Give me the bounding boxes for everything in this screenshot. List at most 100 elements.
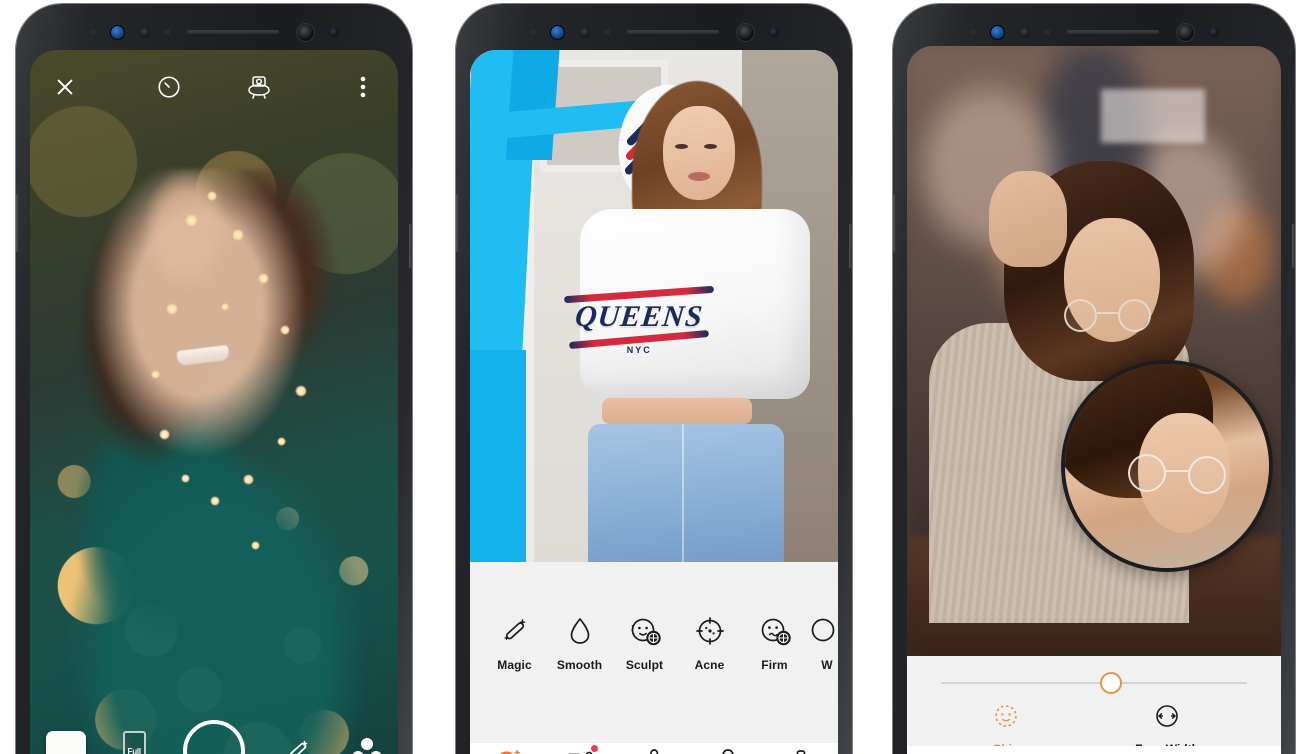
magic-wand-icon[interactable] bbox=[281, 734, 315, 754]
tool-label: Sculpt bbox=[625, 658, 664, 672]
power-button-3 bbox=[1292, 224, 1295, 268]
glasses-bridge bbox=[1097, 312, 1119, 315]
ir-sensor-icon bbox=[1208, 27, 1219, 37]
editor-tab-bar: Retouch Tools bbox=[470, 742, 838, 754]
tool-sculpt[interactable]: Sculpt bbox=[612, 614, 677, 672]
selfie-camera-icon bbox=[296, 23, 314, 41]
loupe-lens-left bbox=[1128, 453, 1167, 492]
editor-photo-canvas[interactable]: QUEENS NYC bbox=[470, 50, 838, 562]
gallery-thumbnail[interactable] bbox=[46, 731, 86, 754]
volume-button-1 bbox=[16, 194, 19, 252]
screen-2: QUEENS NYC Magic Smooth Sculpt Acne Firm… bbox=[470, 50, 838, 754]
intensity-slider[interactable] bbox=[941, 672, 1247, 694]
earpiece-speaker bbox=[186, 30, 279, 34]
earpiece-speaker bbox=[1066, 30, 1159, 34]
subject-jeans bbox=[587, 423, 784, 562]
panel-face-reshape: Chin Face Width bbox=[880, 0, 1308, 754]
panel-divider-2 bbox=[868, 0, 880, 754]
phone-frame-2: QUEENS NYC Magic Smooth Sculpt Acne Firm… bbox=[456, 4, 852, 754]
slider-track bbox=[941, 682, 1247, 684]
proximity-sensor-icon bbox=[529, 29, 536, 35]
tool-wrinkle[interactable]: W bbox=[807, 614, 838, 672]
retouch-tools-panel: Magic Smooth Sculpt Acne Firm W bbox=[470, 562, 838, 742]
beauty-camera-icon[interactable] bbox=[242, 70, 276, 104]
loupe-lens-right bbox=[1188, 455, 1227, 494]
close-icon[interactable] bbox=[48, 70, 82, 104]
graphic-wordmark: QUEENS bbox=[573, 299, 705, 333]
loupe-bridge bbox=[1166, 469, 1189, 473]
camera-viewfinder[interactable]: Full bbox=[30, 50, 398, 754]
front-camera-icon bbox=[138, 26, 150, 38]
loupe-image bbox=[1065, 364, 1269, 568]
phone-frame-1: Full bbox=[16, 4, 412, 754]
power-button-1 bbox=[409, 224, 412, 268]
light-sensor-icon bbox=[163, 29, 170, 35]
sensor-strip-2 bbox=[456, 20, 852, 44]
viewfinder-subject bbox=[59, 169, 376, 754]
power-button-2 bbox=[849, 224, 852, 268]
subject-glasses bbox=[1060, 299, 1172, 335]
glasses-lens-right bbox=[1118, 299, 1152, 333]
camera-top-bar bbox=[30, 64, 398, 110]
proximity-sensor-icon bbox=[969, 29, 976, 35]
tool-smooth[interactable]: Smooth bbox=[547, 614, 612, 672]
aspect-ratio-label: Full bbox=[127, 746, 142, 754]
tab-tools[interactable]: Tools bbox=[547, 744, 613, 754]
filters-icon[interactable] bbox=[352, 738, 382, 754]
loupe-glasses bbox=[1126, 453, 1246, 494]
more-vertical-icon[interactable] bbox=[346, 70, 380, 104]
tab-retouch[interactable]: Retouch bbox=[474, 746, 540, 754]
subject-hand bbox=[989, 170, 1068, 267]
screen-1: Full bbox=[30, 50, 398, 754]
aspect-ratio-button[interactable]: Full bbox=[122, 731, 146, 754]
earpiece-speaker bbox=[626, 30, 719, 34]
glasses-lens-left bbox=[1064, 299, 1098, 333]
volume-button-3 bbox=[893, 194, 896, 252]
panel-retouch-editor: QUEENS NYC Magic Smooth Sculpt Acne Firm… bbox=[440, 0, 868, 754]
slider-knob[interactable] bbox=[1100, 672, 1123, 694]
photo-subject: QUEENS NYC bbox=[470, 50, 838, 562]
panel-divider-1 bbox=[428, 0, 440, 754]
tool-label: Magic bbox=[497, 658, 532, 672]
ir-sensor-icon bbox=[768, 27, 779, 37]
sweatshirt-graphic: QUEENS NYC bbox=[564, 285, 715, 355]
subject-midriff bbox=[602, 398, 753, 425]
tool-label: Smooth bbox=[556, 658, 603, 672]
subject-lips bbox=[688, 172, 711, 182]
volume-button-2 bbox=[456, 194, 459, 252]
subject-eye-right bbox=[703, 143, 717, 149]
camera-bottom-bar: Full bbox=[30, 714, 398, 754]
tool-acne[interactable]: Acne bbox=[677, 614, 742, 672]
phone-frame-3: Chin Face Width bbox=[893, 4, 1295, 754]
proximity-sensor-icon bbox=[89, 29, 96, 35]
magnifier-preview-circle bbox=[1061, 360, 1273, 572]
light-sensor-icon bbox=[1043, 29, 1050, 35]
retouch-tool-row[interactable]: Magic Smooth Sculpt Acne Firm W bbox=[470, 614, 838, 672]
subject-face bbox=[663, 106, 736, 201]
tool-magic[interactable]: Magic bbox=[482, 614, 547, 672]
tab-filter[interactable]: Filter bbox=[695, 746, 761, 754]
selfie-camera-icon bbox=[736, 23, 754, 41]
shutter-button[interactable] bbox=[182, 720, 245, 754]
timer-icon[interactable] bbox=[152, 70, 186, 104]
reshape-controls-panel: Chin Face Width bbox=[907, 656, 1281, 754]
background-poster bbox=[1101, 88, 1206, 143]
tool-firm[interactable]: Firm bbox=[742, 614, 807, 672]
tab-my-kit[interactable]: My Kit bbox=[768, 746, 834, 754]
front-camera-icon bbox=[1018, 26, 1030, 38]
ir-sensor-icon bbox=[328, 27, 339, 37]
jeans-seam bbox=[681, 423, 684, 562]
tool-label: Firm bbox=[761, 658, 788, 672]
tool-label: W bbox=[821, 658, 833, 672]
selfie-camera-icon bbox=[1176, 23, 1194, 41]
reshape-photo-canvas[interactable] bbox=[907, 46, 1281, 656]
camera-mid-icons bbox=[152, 70, 276, 104]
tool-label: Acne bbox=[694, 658, 725, 672]
notification-badge bbox=[590, 744, 600, 753]
reshape-tab-bar: Face Eye Nose Eyel bbox=[907, 746, 1281, 754]
panel-camera: Full bbox=[0, 0, 428, 754]
front-camera-icon bbox=[578, 26, 590, 38]
tab-makeup[interactable]: Makeup bbox=[621, 746, 687, 754]
sensor-strip-3 bbox=[893, 20, 1295, 44]
iris-scanner-icon bbox=[989, 24, 1005, 40]
